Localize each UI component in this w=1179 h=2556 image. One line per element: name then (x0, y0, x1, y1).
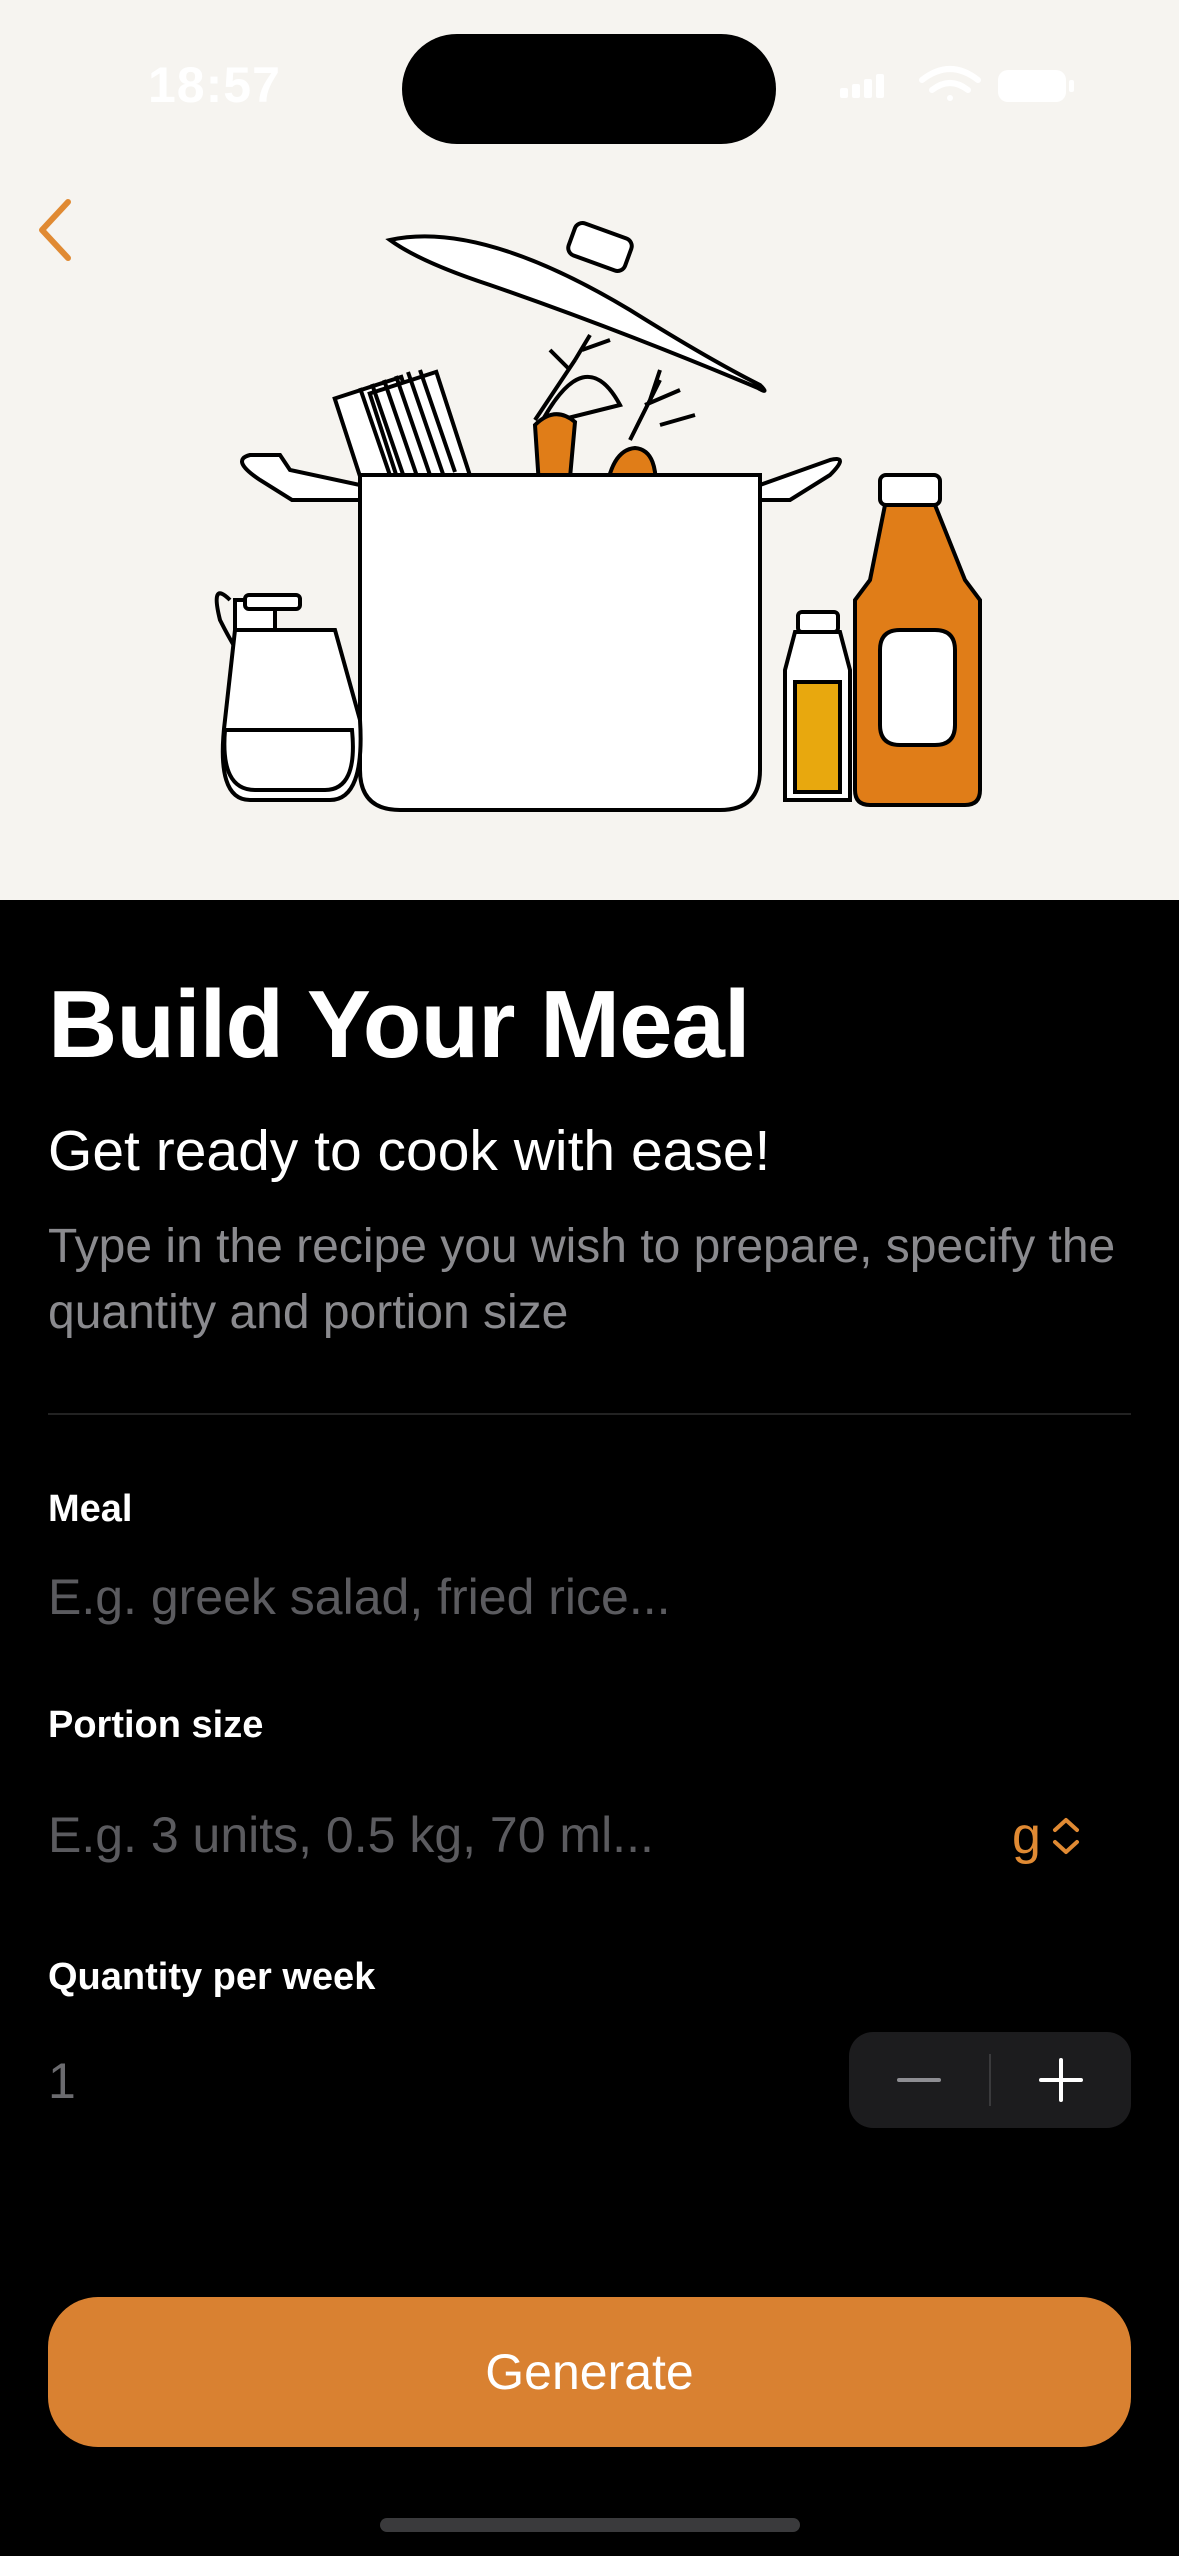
unit-selector[interactable]: g (1012, 1806, 1081, 1866)
small-bottle-icon (783, 610, 852, 802)
plus-icon (1039, 2058, 1083, 2102)
quantity-stepper[interactable] (849, 2032, 1131, 2128)
page-description: Type in the recipe you wish to prepare, … (48, 1220, 1116, 1339)
hero-illustration-area: 18:57 (0, 0, 1179, 900)
meal-input[interactable] (48, 1568, 1048, 1626)
dynamic-island (402, 34, 776, 144)
generate-button[interactable]: Generate (48, 2297, 1131, 2447)
home-indicator (380, 2518, 800, 2532)
minus-icon (897, 2078, 941, 2082)
oil-cruet-icon (214, 591, 363, 802)
wifi-icon (919, 66, 981, 101)
quantity-label: Quantity per week (48, 1956, 376, 1998)
cooking-pot-illustration (214, 221, 982, 812)
status-time: 18:57 (148, 57, 281, 113)
back-button[interactable] (14, 190, 94, 270)
quantity-value[interactable]: 1 (48, 2052, 76, 2110)
decrement-button[interactable] (849, 2032, 989, 2128)
unit-value: g (1012, 1807, 1041, 1865)
increment-button[interactable] (991, 2032, 1131, 2128)
cellular-icon (840, 74, 884, 98)
page-title: Build Your Meal (48, 971, 751, 1078)
page-subtitle: Get ready to cook with ease! (48, 1119, 771, 1183)
meal-label: Meal (48, 1488, 133, 1530)
chevron-up-down-icon (1052, 1818, 1079, 1854)
status-icons (840, 66, 1074, 102)
chevron-left-icon (39, 199, 71, 261)
sauce-bottle-icon (853, 473, 982, 807)
divider (48, 1413, 1131, 1415)
portion-size-input[interactable] (48, 1806, 988, 1864)
portion-size-label: Portion size (48, 1704, 264, 1746)
battery-icon (998, 70, 1074, 102)
pot-lid-icon (385, 221, 767, 393)
